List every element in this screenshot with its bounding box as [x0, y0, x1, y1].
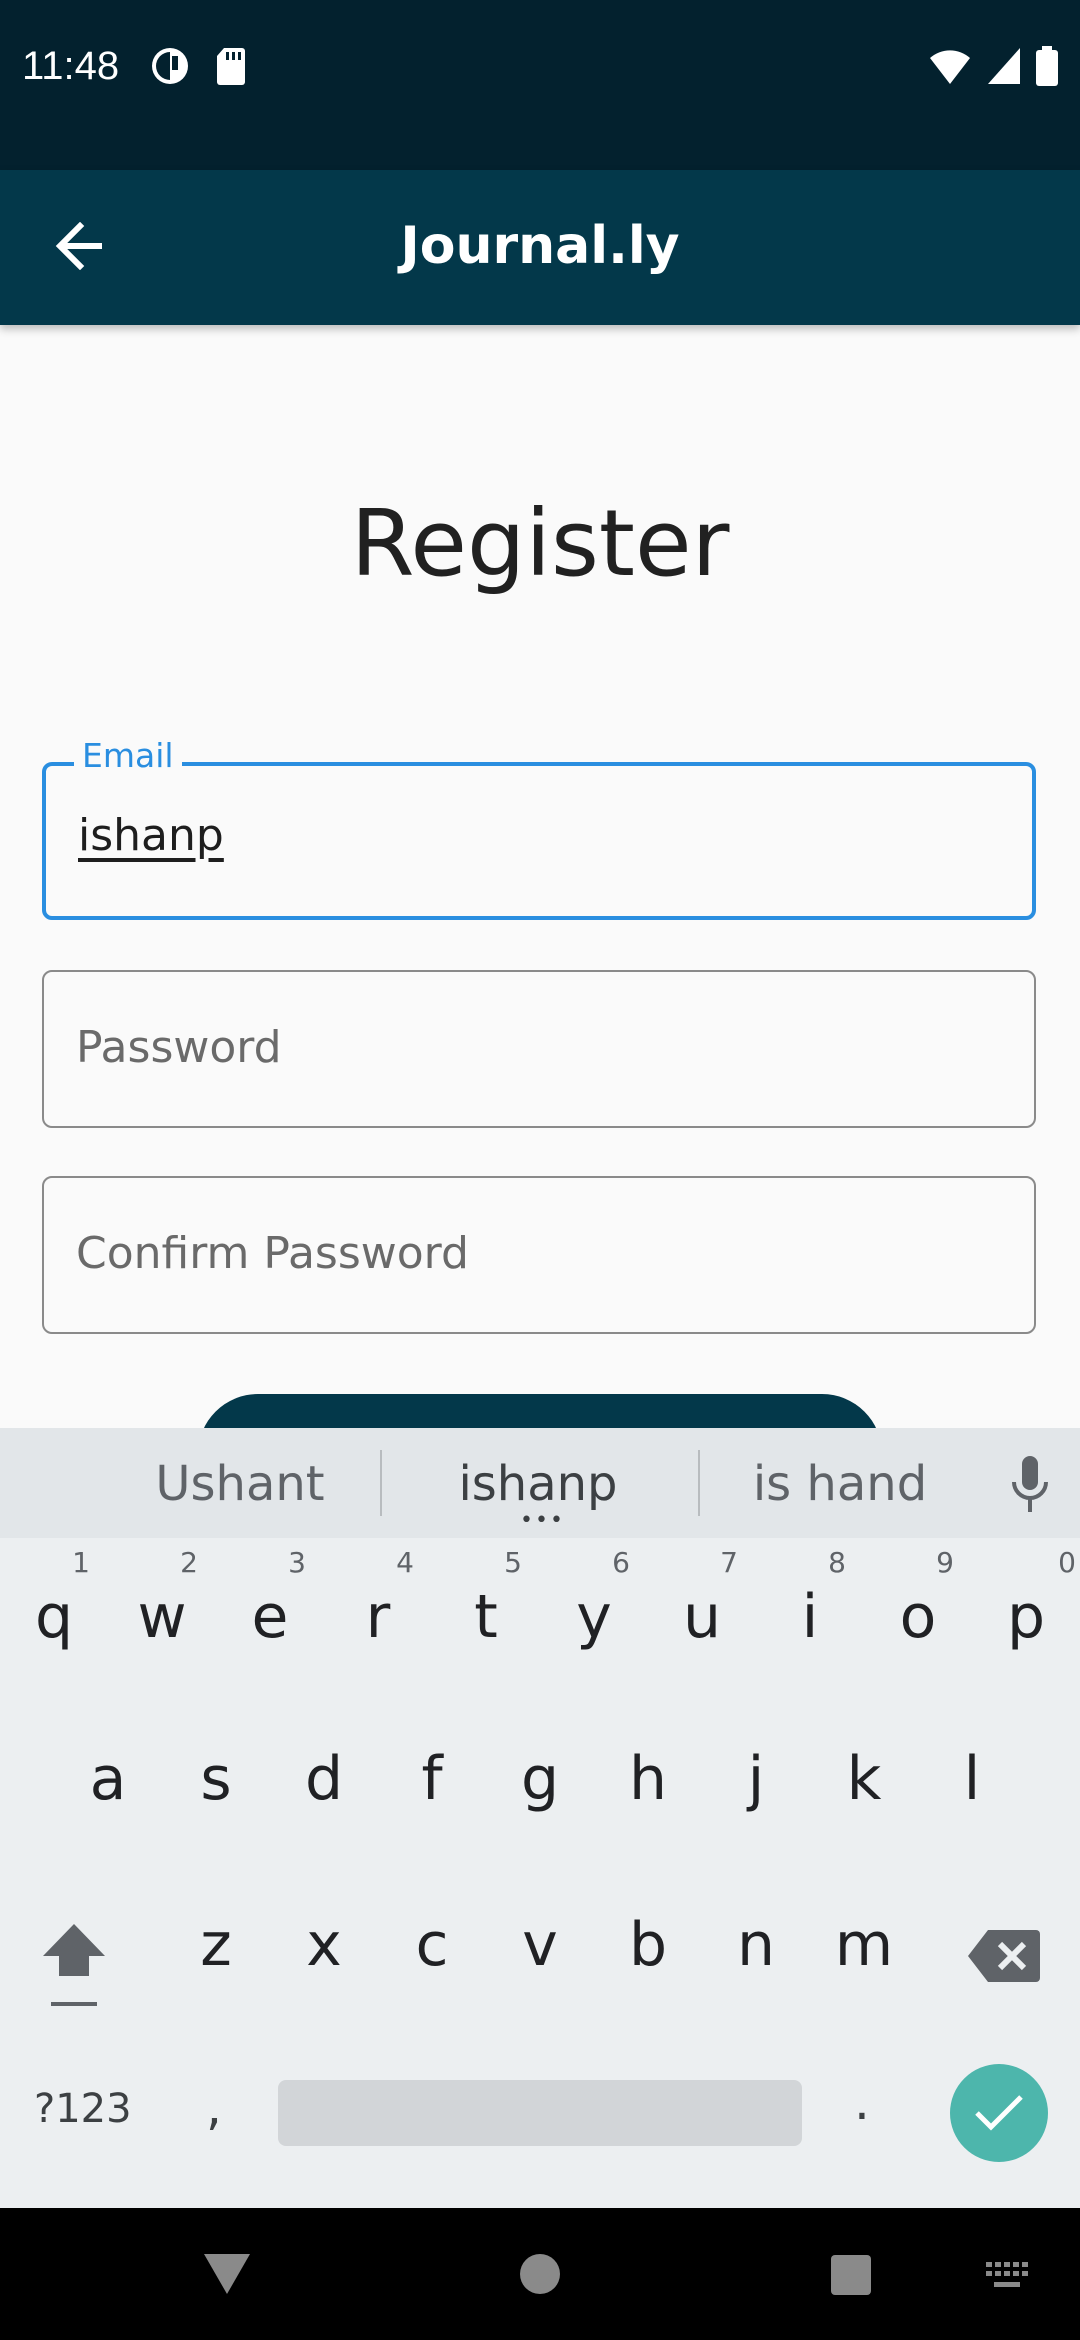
key-n[interactable]: n: [702, 1866, 810, 2016]
confirm-password-field[interactable]: Confirm Password: [42, 1176, 1036, 1334]
email-label: Email: [74, 736, 182, 775]
app-title: Journal.ly: [400, 216, 680, 276]
key-s[interactable]: s: [162, 1700, 270, 1850]
enter-key[interactable]: [950, 2064, 1048, 2162]
key-w[interactable]: w2: [108, 1538, 216, 1688]
keyboard-row-3: z x c v b n m: [0, 1866, 1080, 2026]
backspace-icon[interactable]: [968, 1928, 1040, 1984]
nav-home-icon[interactable]: [518, 2252, 562, 2296]
key-y[interactable]: y6: [540, 1538, 648, 1688]
key-f[interactable]: f: [378, 1700, 486, 1850]
key-p[interactable]: p0: [972, 1538, 1080, 1688]
key-i[interactable]: i8: [756, 1538, 864, 1688]
key-o[interactable]: o9: [864, 1538, 972, 1688]
status-bar: 11:48: [0, 0, 1080, 170]
microphone-icon[interactable]: [1008, 1454, 1052, 1514]
key-c[interactable]: c: [378, 1866, 486, 2016]
key-e[interactable]: e3: [216, 1538, 324, 1688]
nav-back-icon[interactable]: [202, 2252, 252, 2296]
battery-icon: [1036, 46, 1058, 86]
cellular-signal-icon: [988, 48, 1020, 84]
password-field[interactable]: Password: [42, 970, 1036, 1128]
keyboard: Ushant ishanp ••• is hand q1 w2 e3 r4 t5…: [0, 1428, 1080, 2208]
key-z[interactable]: z: [162, 1866, 270, 2016]
keyboard-switcher-icon[interactable]: [986, 2262, 1030, 2290]
status-right-icons: [928, 46, 1058, 86]
key-g[interactable]: g: [486, 1700, 594, 1850]
suggestion-divider: [380, 1450, 382, 1516]
comma-key[interactable]: ,: [206, 2078, 222, 2136]
suggestion-more-dots: •••: [520, 1508, 565, 1533]
suggestion-2[interactable]: ishanp: [398, 1456, 678, 1512]
key-l[interactable]: l: [918, 1700, 1026, 1850]
key-v[interactable]: v: [486, 1866, 594, 2016]
key-a[interactable]: a: [54, 1700, 162, 1850]
notification-app-icon: [152, 48, 188, 84]
symbols-key[interactable]: ?123: [34, 2086, 132, 2132]
suggestion-3[interactable]: is hand: [700, 1456, 980, 1512]
period-key[interactable]: .: [854, 2073, 870, 2131]
key-x[interactable]: x: [270, 1866, 378, 2016]
password-placeholder: Password: [76, 1022, 282, 1073]
suggestion-bar: Ushant ishanp ••• is hand: [0, 1428, 1080, 1538]
shift-underline: [51, 2002, 97, 2006]
sd-card-icon: [217, 48, 245, 85]
check-icon: [975, 2095, 1023, 2131]
confirm-password-placeholder: Confirm Password: [76, 1228, 469, 1279]
app-bar: Journal.ly: [0, 170, 1080, 325]
shift-key[interactable]: [36, 1920, 112, 2020]
email-field[interactable]: Email ishanp: [42, 736, 1036, 920]
key-h[interactable]: h: [594, 1700, 702, 1850]
email-value: ishanp: [78, 810, 224, 861]
suggestion-1[interactable]: Ushant: [100, 1456, 380, 1512]
key-u[interactable]: u7: [648, 1538, 756, 1688]
navigation-bar: [0, 2208, 1080, 2340]
keyboard-row-2: a s d f g h j k l: [0, 1700, 1080, 1860]
key-r[interactable]: r4: [324, 1538, 432, 1688]
status-time: 11:48: [22, 44, 120, 88]
page-title: Register: [350, 490, 730, 597]
key-k[interactable]: k: [810, 1700, 918, 1850]
space-bar[interactable]: [278, 2080, 802, 2146]
key-j[interactable]: j: [702, 1700, 810, 1850]
shift-icon: [43, 1924, 105, 1976]
key-b[interactable]: b: [594, 1866, 702, 2016]
keyboard-row-1: q1 w2 e3 r4 t5 y6 u7 i8 o9 p0: [0, 1538, 1080, 1698]
key-t[interactable]: t5: [432, 1538, 540, 1688]
key-m[interactable]: m: [810, 1866, 918, 2016]
key-q[interactable]: q1: [0, 1538, 108, 1688]
wifi-icon: [930, 50, 970, 84]
key-d[interactable]: d: [270, 1700, 378, 1850]
nav-recents-icon[interactable]: [830, 2254, 872, 2296]
